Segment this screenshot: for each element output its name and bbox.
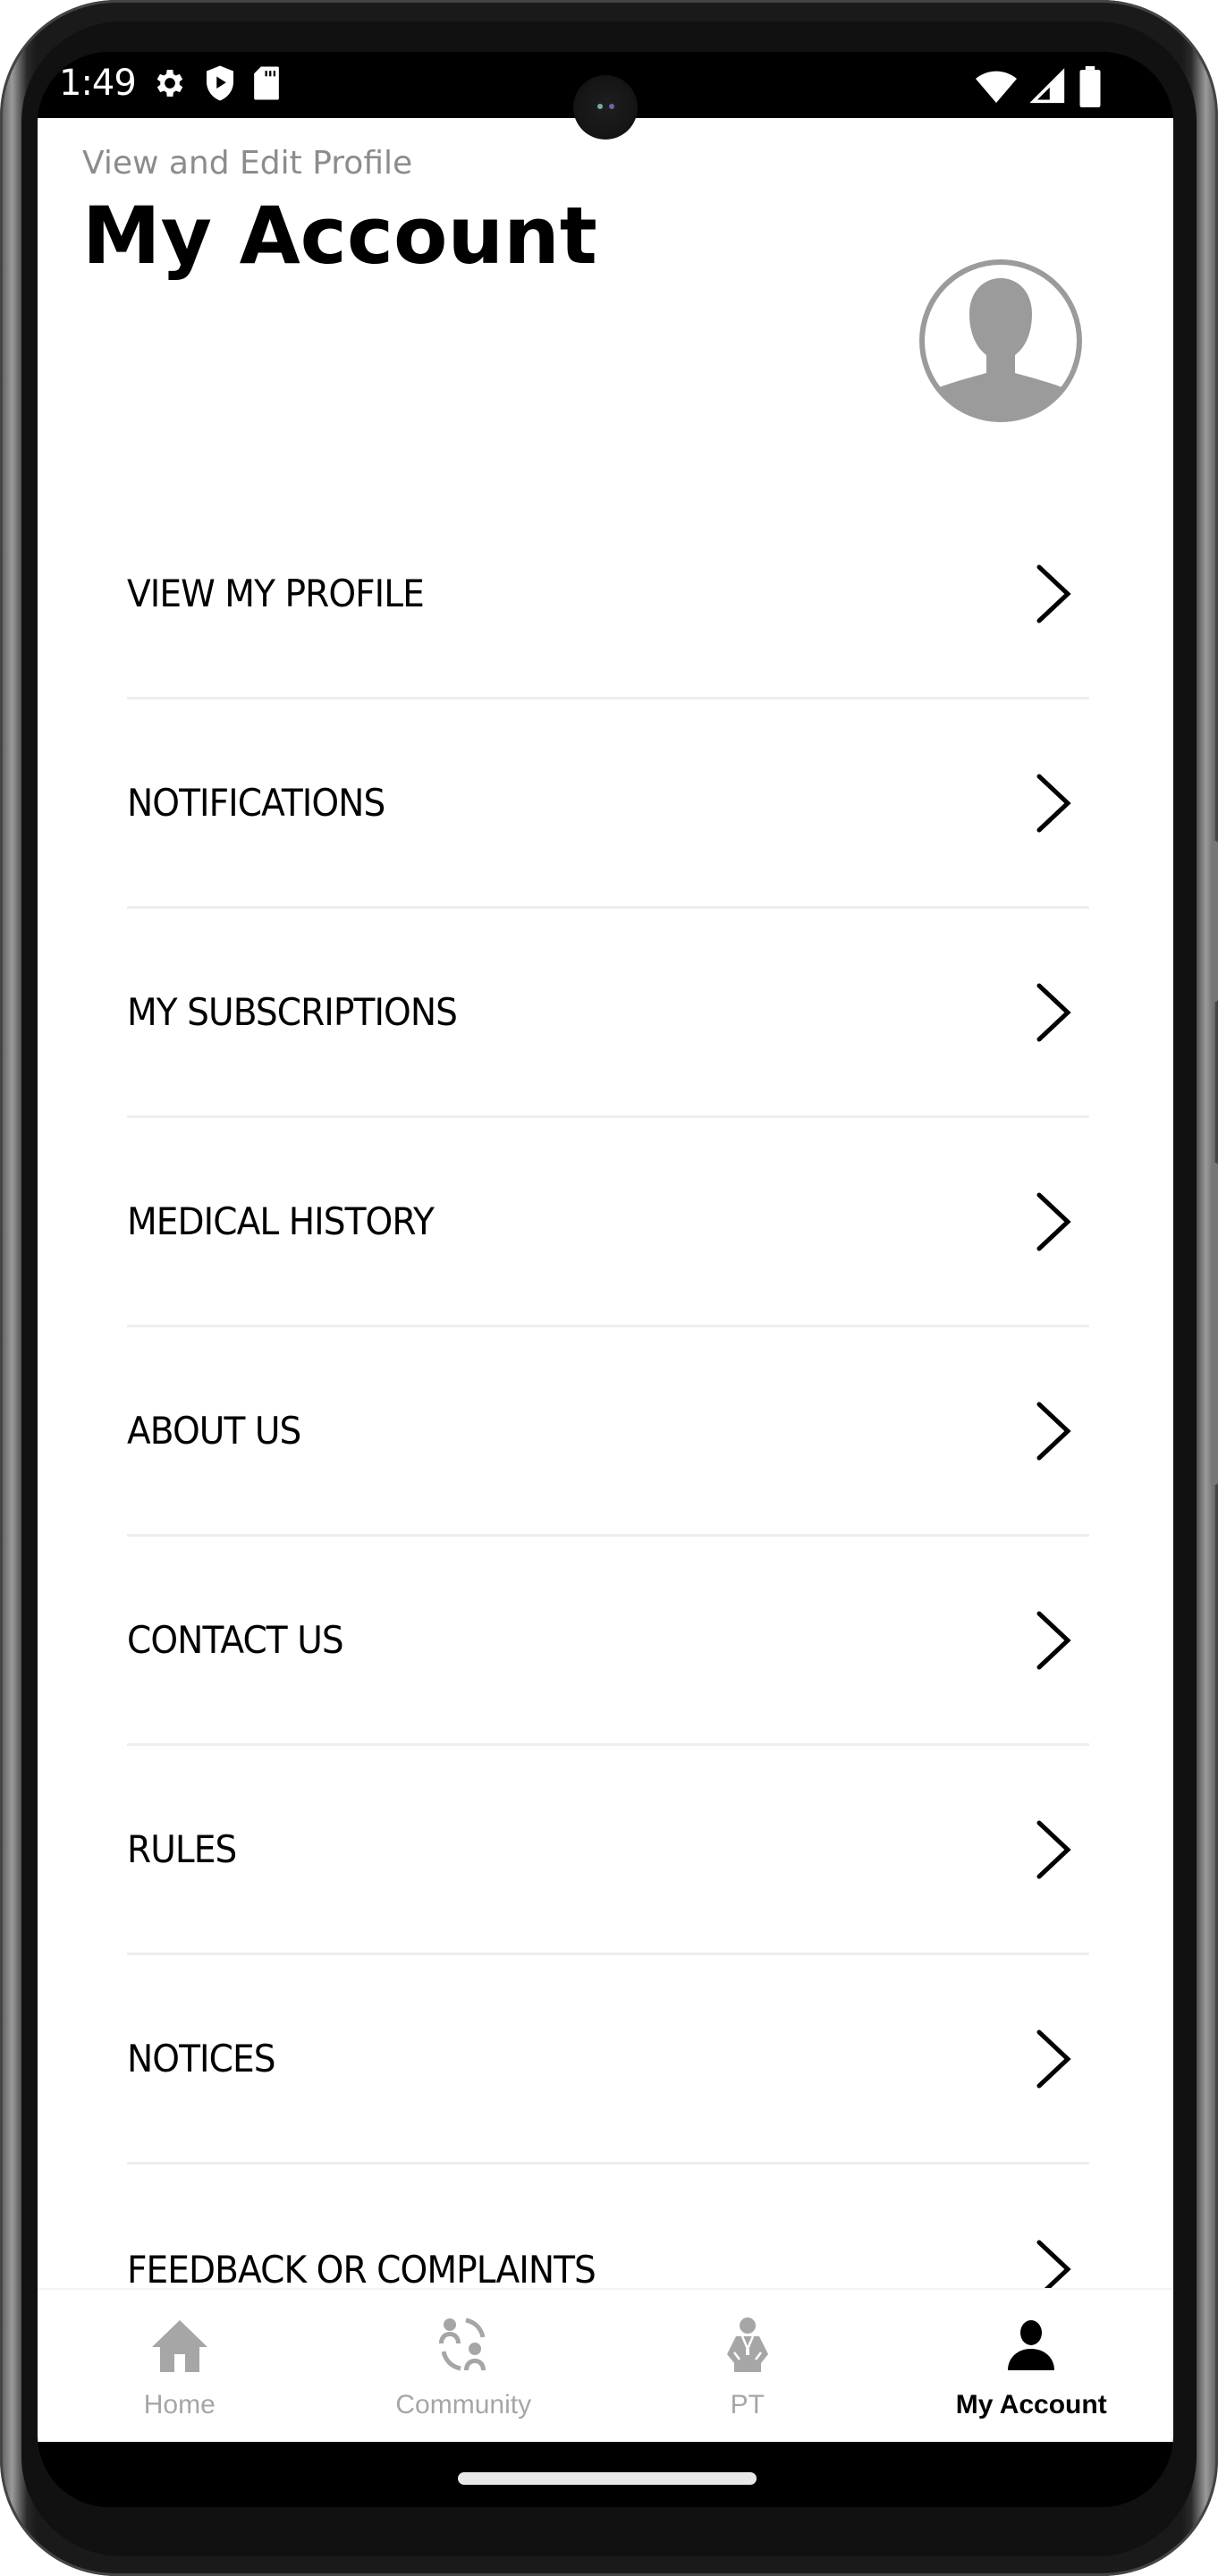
menu-item-label: NOTICES: [127, 2037, 276, 2080]
chevron-right-icon: [1036, 2029, 1071, 2088]
nav-tab-my-account[interactable]: My Account: [890, 2290, 1174, 2444]
nav-tab-community[interactable]: Community: [322, 2290, 606, 2444]
menu-item-label: FEEDBACK OR COMPLAINTS: [127, 2247, 596, 2292]
nav-label: Community: [395, 2390, 532, 2419]
community-icon: [439, 2318, 486, 2371]
menu-item-label: NOTIFICATIONS: [127, 781, 385, 825]
cellular-signal-icon: [1030, 68, 1065, 104]
chevron-right-icon: [1036, 774, 1071, 832]
menu-item-view-my-profile[interactable]: VIEW MY PROFILE: [127, 490, 1089, 699]
status-bar: 1:49: [38, 52, 1173, 140]
battery-icon: [1079, 66, 1101, 107]
status-time: 1:49: [59, 63, 137, 104]
home-icon: [151, 2320, 207, 2372]
chevron-right-icon: [1036, 1820, 1071, 1878]
menu-item-notifications[interactable]: NOTIFICATIONS: [127, 699, 1089, 909]
chevron-right-icon: [1036, 1402, 1071, 1460]
chevron-right-icon: [1036, 564, 1071, 623]
wifi-icon: [976, 71, 1017, 103]
chevron-right-icon: [1036, 983, 1071, 1041]
menu-item-label: MY SUBSCRIPTIONS: [127, 990, 458, 1034]
nav-label: Home: [143, 2390, 216, 2419]
page-title: My Account: [82, 190, 597, 282]
gear-icon: [156, 70, 183, 97]
nav-label: PT: [730, 2390, 765, 2419]
nav-tab-home[interactable]: Home: [38, 2290, 322, 2444]
menu-item-label: VIEW MY PROFILE: [127, 572, 425, 615]
menu-item-contact-us[interactable]: CONTACT US: [127, 1537, 1089, 1746]
volume-button: [1211, 841, 1218, 1002]
chevron-right-icon: [1036, 1611, 1071, 1669]
power-button: [1211, 1163, 1218, 1485]
front-camera: [573, 75, 638, 140]
shield-play-icon: [206, 65, 233, 101]
default-avatar-icon[interactable]: [918, 258, 1083, 423]
account-page: View and Edit Profile My Account VIEW MY…: [38, 118, 1173, 2299]
nav-tab-pt[interactable]: PT: [605, 2290, 890, 2444]
nav-label: My Account: [955, 2390, 1107, 2419]
gesture-area: [38, 2442, 1173, 2507]
menu-item-label: ABOUT US: [127, 1409, 301, 1453]
menu-item-label: MEDICAL HISTORY: [127, 1199, 435, 1243]
menu-item-rules[interactable]: RULES: [127, 1746, 1089, 1955]
page-subtitle: View and Edit Profile: [82, 145, 413, 182]
menu-item-medical-history[interactable]: MEDICAL HISTORY: [127, 1118, 1089, 1327]
trainer-icon: [726, 2318, 768, 2372]
chevron-right-icon: [1036, 1192, 1071, 1250]
menu-item-notices[interactable]: NOTICES: [127, 1955, 1089, 2165]
home-gesture-bar[interactable]: [458, 2472, 757, 2485]
phone-frame: 1:49 View and Edit Profile My Account VI…: [0, 0, 1218, 2576]
account-menu: VIEW MY PROFILE NOTIFICATIONS MY SUBSCRI…: [127, 490, 1089, 2374]
menu-item-label: CONTACT US: [127, 1618, 344, 1662]
account-icon: [1008, 2320, 1055, 2370]
menu-item-about-us[interactable]: ABOUT US: [127, 1327, 1089, 1537]
menu-item-my-subscriptions[interactable]: MY SUBSCRIPTIONS: [127, 909, 1089, 1118]
menu-item-label: RULES: [127, 1827, 237, 1871]
bottom-navigation: Home Community PT My Account: [38, 2288, 1173, 2444]
sd-card-icon: [253, 66, 279, 100]
screen: 1:49 View and Edit Profile My Account VI…: [38, 52, 1173, 2507]
